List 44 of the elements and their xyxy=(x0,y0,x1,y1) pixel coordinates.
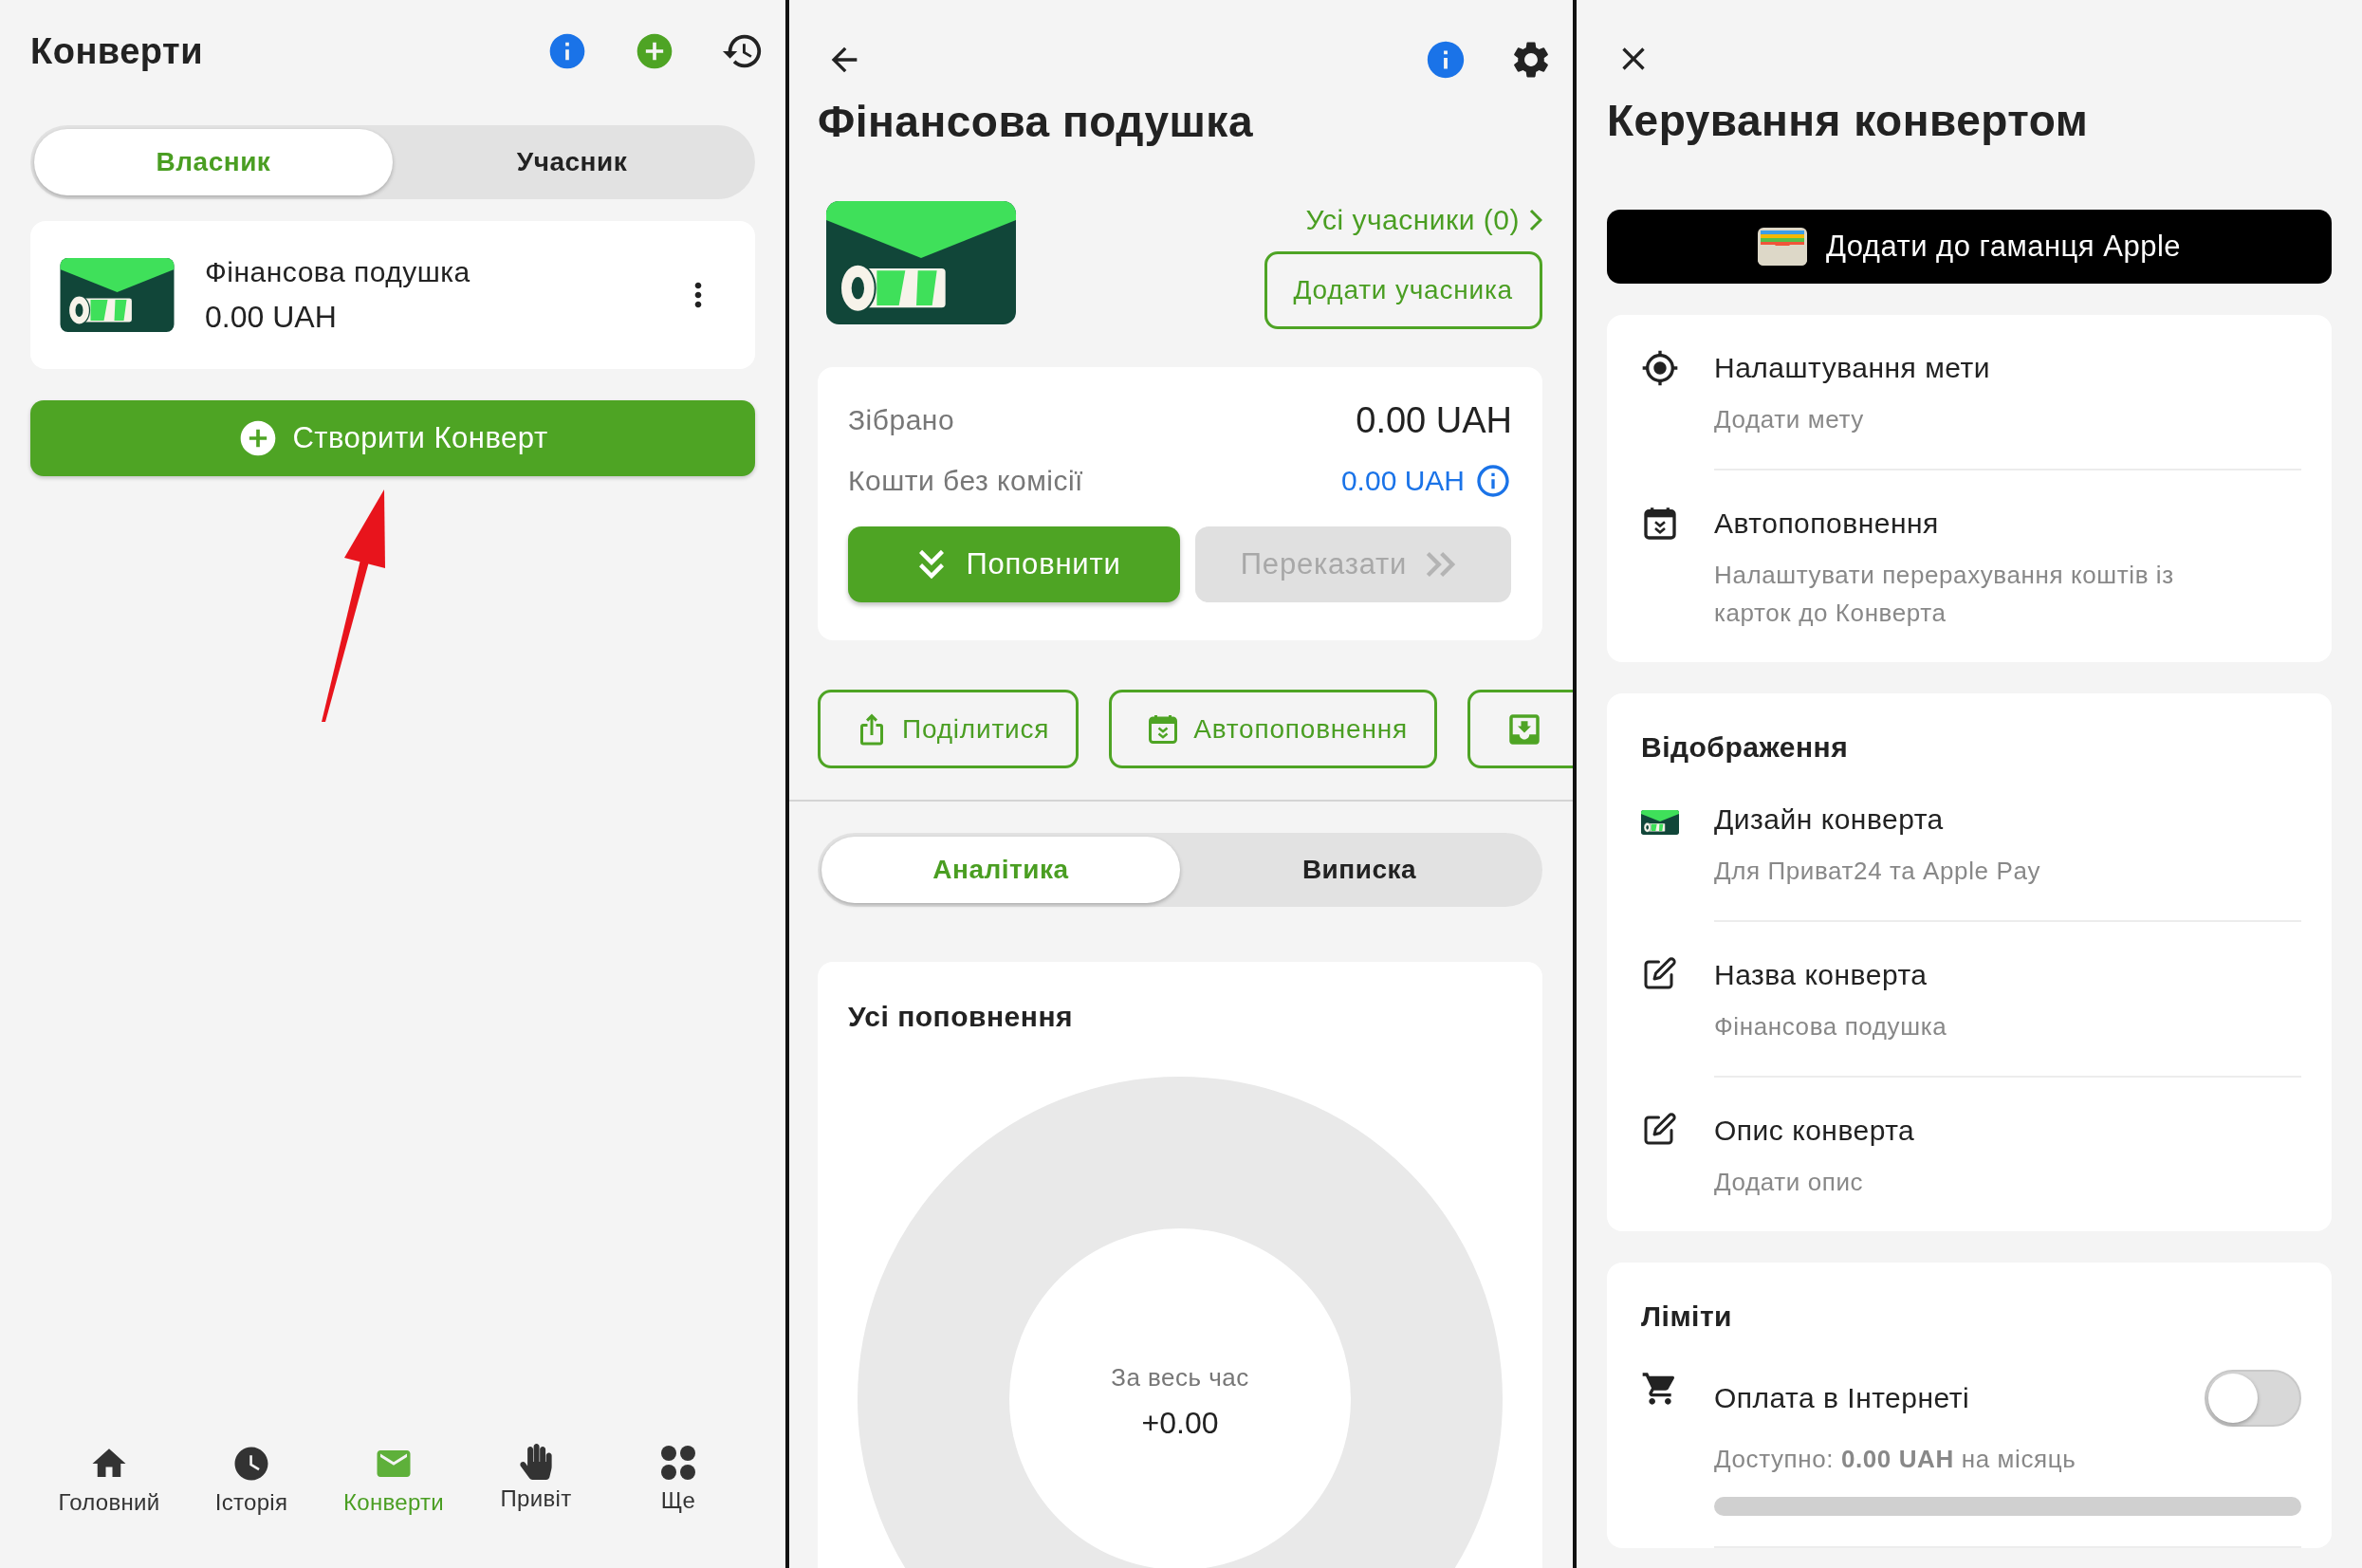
setting-title[interactable]: Опис конверта xyxy=(1714,1112,1915,1150)
chart-title: Усі поповнення xyxy=(848,1000,1074,1034)
calendar-icon xyxy=(1641,505,1679,543)
balance-value: 0.00 UAH xyxy=(1340,465,1465,497)
nav-tab[interactable]: Ще xyxy=(607,1444,749,1516)
hand-icon xyxy=(518,1444,554,1480)
chevron-icon xyxy=(1529,209,1542,231)
setting-subtitle: Доступно: 0.00 UAH на місяць xyxy=(1714,1444,2077,1475)
page-title: Фінансова подушка xyxy=(818,96,1254,148)
nav-tab[interactable]: Головний xyxy=(38,1444,180,1516)
setting-title[interactable]: Дизайн конверта xyxy=(1714,801,1944,839)
segment-tab[interactable]: Виписка xyxy=(1180,837,1539,903)
chart-caption: За весь час xyxy=(1111,1363,1249,1393)
setting-title[interactable]: Налаштування мети xyxy=(1714,349,1990,387)
envelope-amount: 0.00 UAH xyxy=(205,299,338,335)
toggle-switch[interactable] xyxy=(2205,1370,2301,1427)
setting-subtitle: Налаштувати перерахування коштів із карток до Конверта xyxy=(1714,560,2175,629)
setting-subtitle: Для Приват24 та Apple Pay xyxy=(1714,856,2042,887)
setting-title[interactable]: Автопоповнення xyxy=(1714,505,1939,543)
nav-tab[interactable]: Привіт xyxy=(465,1444,607,1516)
setting-title[interactable]: Оплата в Інтернеті xyxy=(1714,1379,1970,1417)
edit-icon xyxy=(1643,956,1677,990)
info-icon[interactable] xyxy=(1474,462,1512,500)
chart-total: +0.00 xyxy=(1141,1406,1219,1441)
balance-label: Зібрано xyxy=(848,404,955,436)
grid-dots-icon xyxy=(659,1444,697,1482)
nav-tab[interactable]: Історія xyxy=(180,1444,323,1516)
setting-subtitle: Додати мету xyxy=(1714,404,1865,435)
section-heading: Ліміти xyxy=(1641,1300,1734,1334)
add-to-wallet-button[interactable]: Додати до гаманця Apple xyxy=(1607,210,2332,284)
balance-label: Кошти без комісії xyxy=(848,465,1083,497)
section-heading: Відображення xyxy=(1641,730,1850,765)
wallet-icon xyxy=(1757,228,1807,266)
setting-subtitle: Додати опис xyxy=(1714,1167,1865,1198)
setting-subtitle: Фінансова подушка xyxy=(1714,1011,1948,1042)
edit-icon xyxy=(1643,1112,1677,1146)
balance-value: 0.00 UAH xyxy=(1356,399,1512,441)
screen-title: Конверти xyxy=(30,30,204,72)
page-title: Керування конвертом xyxy=(1607,95,2090,147)
crosshair-icon xyxy=(1641,349,1679,387)
envelope-name: Фінансова подушка xyxy=(205,255,471,288)
envelope-card[interactable]: Фінансова подушка 0.00 UAH xyxy=(30,221,755,369)
setting-title[interactable]: Назва конверта xyxy=(1714,956,1928,994)
segment-tab[interactable]: Учасник xyxy=(393,129,751,195)
